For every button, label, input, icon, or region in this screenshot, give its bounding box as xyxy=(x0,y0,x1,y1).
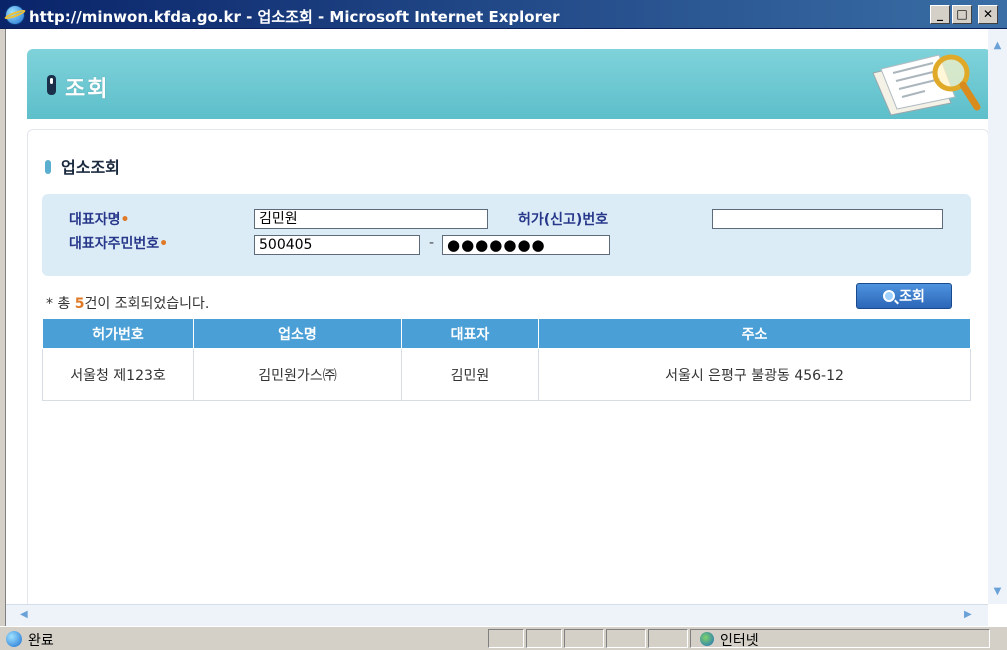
banner-marker-icon xyxy=(47,75,56,95)
ie-logo-icon xyxy=(6,6,24,24)
rep-id-label: 대표자주민번호• xyxy=(69,236,169,252)
status-pane xyxy=(606,629,646,648)
close-button[interactable]: ✕ xyxy=(978,5,998,24)
rep-id-front-input[interactable]: 500405 xyxy=(254,235,420,255)
required-marker: • xyxy=(120,212,130,228)
cell-representative: 김민원 xyxy=(401,348,539,401)
scroll-up-icon[interactable]: ▲ xyxy=(991,39,1004,52)
status-pane xyxy=(564,629,604,648)
status-pane xyxy=(488,629,524,648)
col-header-license: 허가번호 xyxy=(42,318,194,349)
table-row[interactable]: 서울청 제123호 김민원가스㈜ 김민원 서울시 은평구 불광동 456-12 xyxy=(42,348,971,401)
table-header-row: 허가번호 업소명 대표자 주소 xyxy=(42,318,971,349)
window-title: http://minwon.kfda.go.kr - 업소조회 - Micros… xyxy=(29,8,560,26)
scroll-right-icon[interactable]: ▶ xyxy=(964,609,972,620)
required-marker: • xyxy=(159,236,169,252)
result-count-number: 5 xyxy=(74,296,85,312)
cell-license: 서울청 제123호 xyxy=(42,348,194,401)
status-text: 완료 xyxy=(28,633,54,649)
magnifier-icon xyxy=(883,290,896,302)
status-pane xyxy=(648,629,688,648)
vertical-scrollbar[interactable]: ▲ ▼ xyxy=(988,29,1007,604)
col-header-address: 주소 xyxy=(538,318,971,349)
page-content: 조회 업소조회 대표자명• 김민원 허가(신고)번호 대표자주민번호• 5004… xyxy=(6,29,988,604)
header-banner: 조회 xyxy=(27,49,988,119)
globe-icon xyxy=(700,632,714,646)
license-number-label: 허가(신고)번호 xyxy=(518,212,609,228)
search-form: 대표자명• 김민원 허가(신고)번호 대표자주민번호• 500405 - ●●●… xyxy=(42,194,971,276)
rep-id-separator: - xyxy=(429,235,435,251)
rep-id-back-input[interactable]: ●●●●●●● xyxy=(442,235,610,255)
rep-name-label: 대표자명• xyxy=(69,212,130,228)
security-zone-text: 인터넷 xyxy=(720,633,759,649)
cell-address: 서울시 은평구 불광동 456-12 xyxy=(538,348,971,401)
result-count: * 총 5건이 조회되었습니다. xyxy=(46,296,210,312)
cell-business: 김민원가스㈜ xyxy=(193,348,402,401)
scroll-down-icon[interactable]: ▼ xyxy=(991,585,1004,598)
status-bar: 완료 인터넷 xyxy=(0,626,1007,650)
scroll-left-icon[interactable]: ◀ xyxy=(20,609,28,620)
section-marker-icon xyxy=(45,160,51,174)
section-title: 업소조회 xyxy=(61,158,120,177)
page-title: 조회 xyxy=(65,77,110,102)
results-table: 허가번호 업소명 대표자 주소 서울청 제123호 김민원가스㈜ 김민원 서울시… xyxy=(42,318,971,401)
page-status-icon xyxy=(6,631,22,647)
status-pane xyxy=(526,629,562,648)
col-header-business: 업소명 xyxy=(193,318,402,349)
document-magnifier-icon xyxy=(872,54,981,116)
title-bar: http://minwon.kfda.go.kr - 업소조회 - Micros… xyxy=(0,0,1007,29)
horizontal-scrollbar[interactable]: ◀ ▶ xyxy=(6,604,988,627)
browser-window: http://minwon.kfda.go.kr - 업소조회 - Micros… xyxy=(0,0,1007,650)
rep-name-input[interactable]: 김민원 xyxy=(254,209,488,229)
minimize-button[interactable]: _ xyxy=(930,5,950,24)
col-header-representative: 대표자 xyxy=(401,318,539,349)
license-number-input[interactable] xyxy=(712,209,943,229)
search-section: 업소조회 대표자명• 김민원 허가(신고)번호 대표자주민번호• 500405 … xyxy=(27,129,988,604)
maximize-button[interactable]: □ xyxy=(952,5,972,24)
search-button[interactable]: 조회 xyxy=(856,283,952,309)
